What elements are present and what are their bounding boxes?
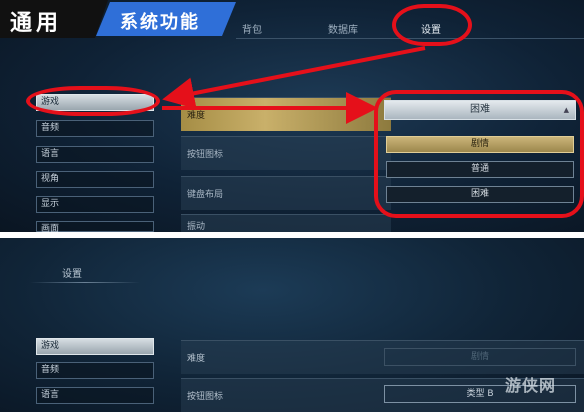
bottom-tab-settings[interactable]: 设置	[62, 265, 82, 280]
watermark-logo: 游侠网	[505, 376, 557, 395]
arrow-to-game-menu	[162, 46, 426, 110]
annotation-arrows	[162, 46, 426, 124]
bottom-menu-item-audio[interactable]: 音频	[36, 362, 154, 379]
bottom-difficulty-value[interactable]: 剧情	[384, 348, 576, 366]
bottom-menu-item-game[interactable]: 游戏	[36, 338, 154, 355]
bottom-tab-underline	[30, 282, 140, 283]
bottom-menu-item-language[interactable]: 语言	[36, 387, 154, 404]
